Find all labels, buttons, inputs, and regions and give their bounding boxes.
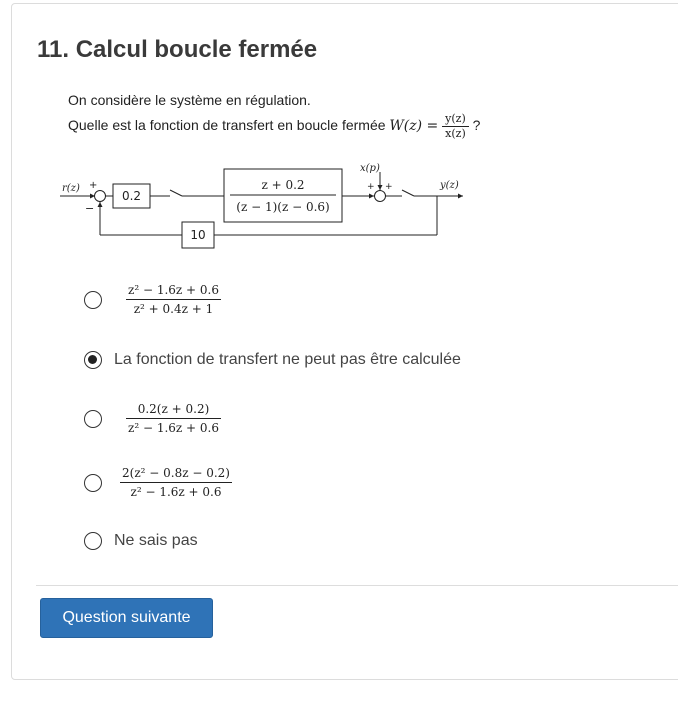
sum2-plus-top: + — [385, 182, 393, 192]
output-arrow — [458, 193, 463, 199]
diagram-input-label: r(z) — [62, 183, 80, 194]
prompt-line-2-text: Quelle est la fonction de transfert en b… — [68, 117, 386, 134]
output-label: y(z) — [439, 180, 459, 191]
sampler-2 — [401, 189, 415, 197]
feedback-gain: 10 — [190, 228, 205, 242]
option-3-fraction: 0.2(z + 0.2) z² − 1.6z + 0.6 — [126, 400, 221, 437]
plant-denominator: (z − 1)(z − 0.6) — [236, 200, 329, 214]
sampler-1 — [169, 189, 183, 197]
controller-gain: 0.2 — [122, 189, 141, 203]
question-prompt: On considère le système en régulation. Q… — [68, 88, 480, 141]
option-2-label: La fonction de transfert ne peut pas êtr… — [114, 351, 461, 368]
answer-option-2[interactable]: La fonction de transfert ne peut pas êtr… — [84, 351, 461, 369]
sum1-plus: + — [89, 180, 97, 191]
option-4-denominator: z² − 1.6z + 0.6 — [130, 485, 222, 499]
option-3-denominator: z² − 1.6z + 0.6 — [128, 421, 219, 435]
radio-option-3[interactable] — [84, 409, 102, 428]
block-diagram: r(z) + − 0.2 z + 0.2 (z − 1)(z − 0.6) x(… — [60, 163, 463, 249]
radio-option-4[interactable] — [84, 473, 102, 492]
disturbance-label: x(p) — [360, 163, 380, 174]
divider — [36, 585, 678, 586]
w-denominator: x(z) — [445, 127, 466, 140]
w-label: W(z) = — [389, 118, 439, 135]
sum1-minus: − — [85, 202, 94, 215]
answer-option-3[interactable]: 0.2(z + 0.2) z² − 1.6z + 0.6 — [84, 400, 221, 437]
answer-option-4[interactable]: 2(z² − 0.8z − 0.2) z² − 1.6z + 0.6 — [84, 464, 232, 501]
prompt-line-2: Quelle est la fonction de transfert en b… — [68, 112, 480, 141]
option-4-numerator: 2(z² − 0.8z − 0.2) — [120, 464, 232, 483]
feedback-arrow — [97, 202, 103, 207]
sum2-input-arrow — [369, 193, 374, 199]
question-title: 11. Calcul boucle fermée — [37, 36, 318, 63]
option-3-numerator: 0.2(z + 0.2) — [126, 400, 221, 419]
prompt-line-1: On considère le système en régulation. — [68, 92, 311, 108]
radio-option-1[interactable] — [84, 290, 102, 309]
plant-numerator: z + 0.2 — [261, 178, 304, 192]
option-5-label: Ne sais pas — [114, 532, 198, 549]
answer-option-1[interactable]: z² − 1.6z + 0.6 z² + 0.4z + 1 — [84, 281, 221, 318]
disturbance-arrow — [377, 185, 383, 190]
option-4-fraction: 2(z² − 0.8z − 0.2) z² − 1.6z + 0.6 — [120, 464, 232, 501]
option-1-denominator: z² + 0.4z + 1 — [133, 302, 214, 316]
radio-option-2[interactable] — [84, 351, 102, 369]
w-fraction: y(z) x(z) — [442, 112, 469, 141]
summing-junction-2 — [374, 190, 386, 202]
next-question-button[interactable]: Question suivante — [40, 598, 213, 638]
option-1-numerator: z² − 1.6z + 0.6 — [126, 281, 221, 300]
answer-option-5[interactable]: Ne sais pas — [84, 532, 198, 550]
summing-junction-1 — [94, 190, 106, 202]
radio-option-5[interactable] — [84, 532, 102, 550]
option-1-fraction: z² − 1.6z + 0.6 z² + 0.4z + 1 — [126, 281, 221, 318]
w-numerator: y(z) — [442, 112, 469, 127]
question-mark: ? — [472, 117, 481, 134]
sum2-plus-left: + — [367, 182, 375, 192]
